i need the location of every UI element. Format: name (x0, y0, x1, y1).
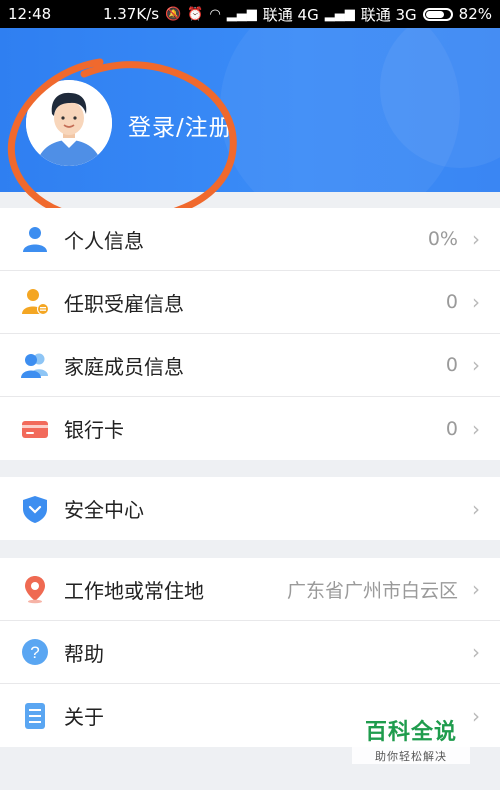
avatar-illustration (26, 80, 112, 166)
row-value: 0% (427, 228, 458, 250)
row-label: 任职受雇信息 (64, 291, 184, 316)
chevron-right-icon: › (472, 640, 480, 664)
row-value: 0 (445, 354, 458, 376)
avatar[interactable] (26, 80, 112, 166)
chevron-right-icon: › (472, 353, 480, 377)
watermark-subtitle: 助你轻松解决 (375, 750, 447, 763)
watermark-title: 百科全说 (364, 720, 457, 745)
watermark: 百科全说 助你轻松解决 (352, 708, 470, 764)
status-time: 12:48 (8, 5, 52, 23)
row-bank-card[interactable]: 银行卡 0 › (0, 397, 500, 460)
chevron-right-icon: › (472, 577, 480, 601)
row-label: 工作地或常住地 (64, 578, 204, 603)
battery-percent: 82% (458, 5, 492, 23)
chevron-right-icon: › (472, 227, 480, 251)
alarm-icon: ⏰ (187, 6, 204, 22)
row-label: 安全中心 (64, 498, 144, 522)
svg-text:?: ? (30, 643, 39, 662)
row-work-residence[interactable]: 工作地或常住地 广东省广州市白云区 › (0, 558, 500, 621)
row-family-info[interactable]: 家庭成员信息 0 › (0, 334, 500, 397)
chevron-right-icon: › (472, 496, 480, 521)
employment-icon (22, 289, 49, 315)
document-icon (25, 702, 45, 729)
row-employment-info[interactable]: 任职受雇信息 0 › (0, 271, 500, 334)
signal-icon-1: ▂▄▆ (226, 6, 257, 22)
row-security-center[interactable]: 安全中心 › (0, 477, 500, 540)
wifi-icon: ◠ (209, 6, 221, 22)
carrier-1: 联通 4G (262, 5, 319, 24)
row-value: 0 (445, 417, 458, 440)
row-label: 银行卡 (64, 418, 124, 442)
row-label: 关于 (64, 705, 104, 729)
carrier-2: 联通 3G (360, 5, 417, 24)
row-value: 0 (445, 291, 458, 313)
shield-icon (23, 495, 47, 523)
signal-icon-2: ▂▄▆ (324, 6, 355, 22)
security-group: 安全中心 › (0, 477, 500, 540)
status-bar: 12:48 1.37K/s 🔕 ⏰ ◠ ▂▄▆ 联通 4G ▂▄▆ 联通 3G … (0, 0, 500, 28)
row-value: 广东省广州市白云区 (286, 579, 458, 602)
row-label: 家庭成员信息 (64, 354, 184, 379)
chevron-right-icon: › (472, 290, 480, 314)
info-group: 个人信息 0% › 任职受雇信息 0 › 家庭成员信息 0 › 银行卡 0 › (0, 208, 500, 460)
status-right: 1.37K/s 🔕 ⏰ ◠ ▂▄▆ 联通 4G ▂▄▆ 联通 3G 82% (103, 4, 492, 25)
help-icon: ? (22, 639, 48, 665)
row-label: 帮助 (64, 641, 104, 666)
row-help[interactable]: ? 帮助 › (0, 621, 500, 684)
chevron-right-icon: › (472, 703, 480, 728)
login-register-link[interactable]: 登录/注册 (128, 108, 233, 142)
chevron-right-icon: › (472, 416, 480, 441)
location-pin-icon (25, 576, 45, 604)
family-icon (21, 353, 48, 378)
mute-icon: 🔕 (165, 6, 182, 22)
row-personal-info[interactable]: 个人信息 0% › (0, 208, 500, 271)
row-label: 个人信息 (64, 228, 144, 253)
network-speed: 1.37K/s (102, 5, 160, 23)
battery-icon (422, 7, 453, 21)
profile-header: 登录/注册 (0, 28, 500, 192)
person-icon (23, 227, 47, 252)
bank-card-icon (22, 420, 48, 438)
